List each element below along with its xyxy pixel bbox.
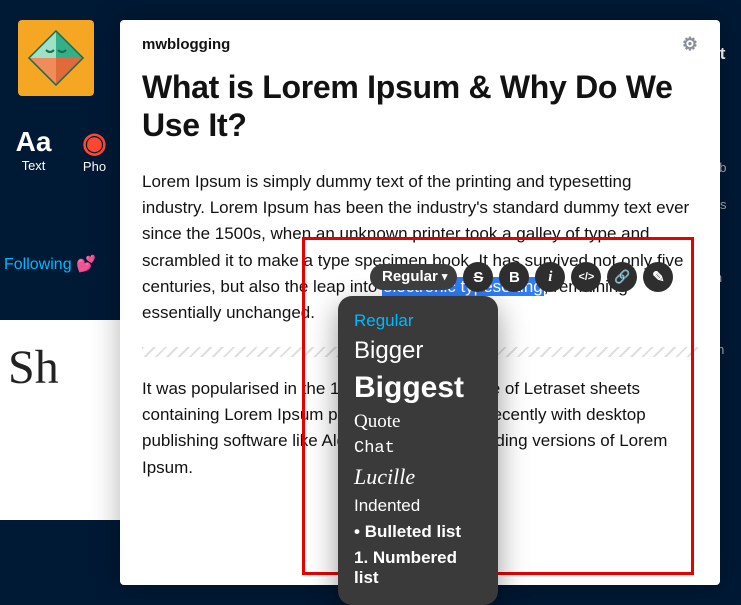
menu-quote[interactable]: Quote <box>352 408 484 436</box>
text-size-menu: Regular Bigger Biggest Quote Chat Lucill… <box>338 296 498 605</box>
menu-bigger[interactable]: Bigger <box>352 334 484 368</box>
blog-avatar[interactable] <box>18 20 94 96</box>
menu-biggest[interactable]: Biggest <box>352 368 484 408</box>
create-photo-post[interactable]: ◉ Pho <box>69 126 120 174</box>
create-text-post[interactable]: Aa Text <box>8 126 59 174</box>
strikethrough-button[interactable]: S <box>463 262 493 292</box>
color-button[interactable]: ✎ <box>643 262 673 292</box>
bold-button[interactable]: B <box>499 262 529 292</box>
editor-username[interactable]: mwblogging <box>142 36 230 53</box>
camera-icon: ◉ <box>82 126 106 159</box>
menu-lucille[interactable]: Lucille <box>352 461 484 493</box>
menu-regular[interactable]: Regular <box>352 308 484 334</box>
post-title[interactable]: What is Lorem Ipsum & Why Do We Use It? <box>142 69 698 145</box>
link-button[interactable]: 🔗 <box>607 262 637 292</box>
menu-chat[interactable]: Chat <box>352 436 484 461</box>
text-format-toolbar: Regular ▾ S B i </> 🔗 ✎ <box>370 262 673 292</box>
avatar-octahedron-icon <box>26 28 86 88</box>
code-button[interactable]: </> <box>571 262 601 292</box>
dashboard-post-card[interactable]: Sh <box>0 320 120 520</box>
following-button[interactable]: Following 💕 <box>0 174 120 274</box>
menu-indented[interactable]: Indented <box>352 493 484 519</box>
menu-bulleted[interactable]: Bulleted list <box>352 519 484 545</box>
chevron-down-icon: ▾ <box>442 270 448 283</box>
italic-button[interactable]: i <box>535 262 565 292</box>
text-size-dropdown[interactable]: Regular ▾ <box>370 264 457 290</box>
menu-numbered[interactable]: Numbered list <box>352 545 484 591</box>
gear-icon[interactable]: ⚙ <box>682 34 698 55</box>
